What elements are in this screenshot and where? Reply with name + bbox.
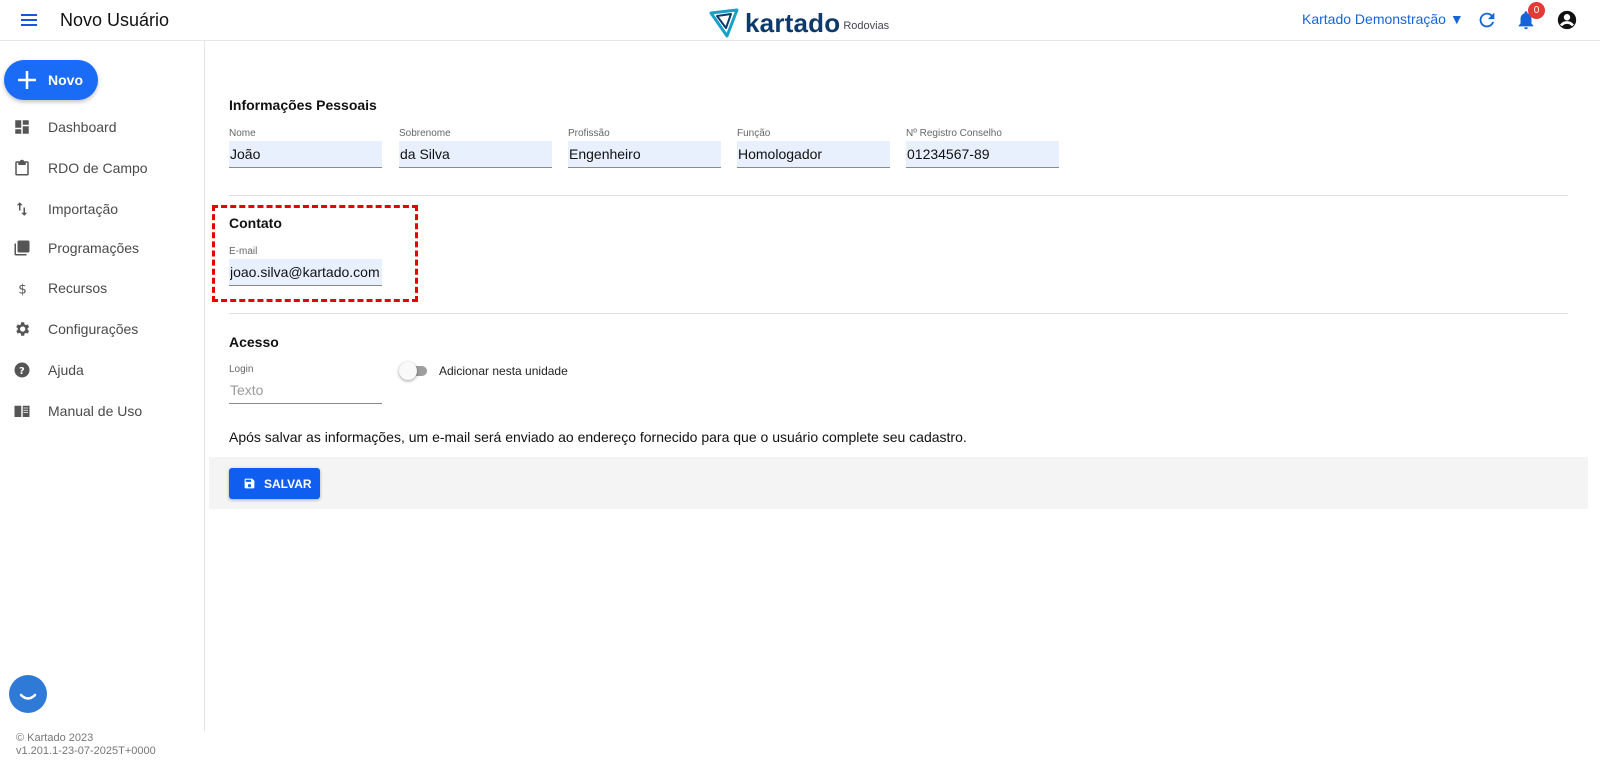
import-arrows-icon xyxy=(16,202,28,216)
sidebar-item-recursos[interactable]: $ Recursos xyxy=(0,270,204,306)
sidebar-item-label: Recursos xyxy=(48,280,108,296)
login-field[interactable] xyxy=(229,377,382,404)
section-title-personal: Informações Pessoais xyxy=(229,97,377,113)
dollar-icon: $ xyxy=(18,281,27,297)
sidebar: Novo Dashboard RDO de Campo Importação P… xyxy=(0,41,205,731)
save-button-label: SALVAR xyxy=(264,477,312,491)
kartado-logo-icon xyxy=(709,8,739,38)
login-label: Login xyxy=(229,364,254,375)
sidebar-item-label: Ajuda xyxy=(48,362,84,378)
last-name-label: Sobrenome xyxy=(399,128,451,139)
role-field[interactable] xyxy=(737,141,890,168)
add-to-unit-toggle[interactable] xyxy=(399,362,427,380)
sidebar-item-label: Manual de Uso xyxy=(48,403,143,419)
sidebar-item-rdo[interactable]: RDO de Campo xyxy=(0,150,204,186)
footer-version: © Kartado 2023 v1.201.1-23-07-2025T+0000 xyxy=(16,732,156,758)
svg-text:?: ? xyxy=(19,366,25,377)
top-bar: Novo Usuário kartado Rodovias Kartado De… xyxy=(0,0,1600,41)
info-notice: Após salvar as informações, um e-mail se… xyxy=(229,429,967,445)
add-to-unit-label: Adicionar nesta unidade xyxy=(439,364,568,378)
brand-name: kartado xyxy=(745,8,841,38)
profession-field[interactable] xyxy=(568,141,721,168)
brand-logo: kartado Rodovias xyxy=(709,4,889,38)
clipboard-icon xyxy=(15,159,29,176)
plus-icon xyxy=(18,71,36,89)
refresh-icon[interactable] xyxy=(1476,9,1498,31)
sidebar-item-importacao[interactable]: Importação xyxy=(0,191,204,227)
email-label: E-mail xyxy=(229,246,258,257)
notification-badge: 0 xyxy=(1528,2,1545,19)
book-icon xyxy=(14,405,30,417)
sidebar-item-label: Programações xyxy=(48,240,140,256)
hamburger-menu-icon[interactable] xyxy=(18,9,40,31)
sidebar-item-label: Importação xyxy=(48,201,119,217)
sidebar-item-ajuda[interactable]: ? Ajuda xyxy=(0,352,204,388)
section-divider xyxy=(229,313,1568,314)
last-name-field[interactable] xyxy=(399,141,552,168)
new-button-label: Novo xyxy=(48,72,83,88)
sidebar-item-label: Configurações xyxy=(48,321,139,337)
role-label: Função xyxy=(737,128,771,139)
account-selector[interactable]: Kartado Demonstração ▼ xyxy=(1302,11,1464,27)
chat-support-icon[interactable] xyxy=(9,675,47,713)
help-icon: ? xyxy=(14,362,30,378)
section-title-access: Acesso xyxy=(229,334,279,350)
sidebar-item-label: RDO de Campo xyxy=(48,160,148,176)
council-registry-field[interactable] xyxy=(906,141,1059,168)
brand-subtitle: Rodovias xyxy=(843,20,890,32)
council-registry-label: Nº Registro Conselho xyxy=(906,128,1002,139)
account-circle-icon[interactable] xyxy=(1556,9,1578,31)
save-button[interactable]: SALVAR xyxy=(229,468,320,499)
page-title: Novo Usuário xyxy=(60,10,170,30)
sidebar-item-manual[interactable]: Manual de Uso xyxy=(0,393,204,429)
first-name-label: Nome xyxy=(229,128,256,139)
email-field[interactable] xyxy=(229,259,382,286)
sidebar-item-programacoes[interactable]: Programações xyxy=(0,230,204,266)
profession-label: Profissão xyxy=(568,128,610,139)
new-button[interactable]: Novo xyxy=(4,60,98,100)
section-divider xyxy=(229,195,1568,196)
save-icon xyxy=(244,478,255,489)
svg-text:$: $ xyxy=(18,281,27,297)
action-bar: SALVAR xyxy=(209,457,1588,509)
toggle-thumb xyxy=(399,362,417,380)
copyright-text: © Kartado 2023 xyxy=(16,732,94,744)
gear-icon xyxy=(16,322,30,336)
first-name-field[interactable] xyxy=(229,141,382,168)
sidebar-item-label: Dashboard xyxy=(48,119,117,135)
sidebar-item-configuracoes[interactable]: Configurações xyxy=(0,311,204,347)
version-text: v1.201.1-23-07-2025T+0000 xyxy=(16,745,156,757)
library-icon xyxy=(14,240,30,256)
section-title-contact: Contato xyxy=(229,215,282,231)
dashboard-icon xyxy=(15,120,29,134)
sidebar-item-dashboard[interactable]: Dashboard xyxy=(0,109,204,145)
